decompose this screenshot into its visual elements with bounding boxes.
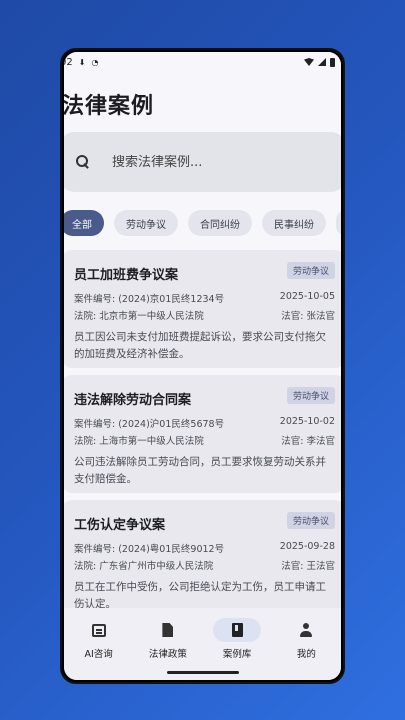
- case-card[interactable]: 违法解除劳动合同案 劳动争议 案件编号: (2024)沪01民终5678号 20…: [64, 375, 341, 493]
- case-judge: 法官: 张法官: [281, 311, 335, 322]
- case-description: 员工在工作中受伤，公司拒绝认定为工伤，员工申请工伤认定。: [74, 581, 326, 608]
- filter-chip-all[interactable]: 全部: [64, 210, 104, 236]
- status-time: 02: [64, 56, 73, 68]
- case-court: 法院: 上海市第一中级人民法院: [74, 436, 204, 447]
- person-icon: [299, 623, 313, 637]
- document-icon: [162, 623, 174, 637]
- filter-chip-civil[interactable]: 民事纠纷: [262, 210, 326, 236]
- nav-label: 我的: [296, 649, 316, 660]
- case-title: 员工加班费争议案: [74, 268, 179, 283]
- case-list: 员工加班费争议案 劳动争议 案件编号: (2024)京01民终1234号 202…: [64, 250, 341, 608]
- home-indicator[interactable]: [166, 671, 239, 674]
- case-court: 法院: 广东省广州市中级人民法院: [74, 561, 214, 572]
- case-title: 违法解除劳动合同案: [74, 393, 192, 408]
- filter-chips: 全部 劳动争议 合同纠纷 民事纠纷: [64, 210, 341, 236]
- search-icon: [76, 155, 90, 169]
- status-bar: 02 ⬇ ◔: [64, 52, 341, 72]
- sync-icon: ◔: [91, 57, 99, 67]
- book-icon: [231, 623, 243, 637]
- nav-legal-policy[interactable]: 法律政策: [136, 618, 200, 660]
- case-title: 工伤认定争议案: [74, 518, 166, 533]
- case-date: 2025-10-05: [279, 291, 335, 302]
- case-judge: 法官: 王法官: [281, 561, 335, 572]
- search-bar[interactable]: [64, 132, 341, 192]
- case-description: 公司违法解除员工劳动合同，员工要求恢复劳动关系并支付赔偿金。: [74, 456, 326, 485]
- nav-label: 法律政策: [148, 649, 187, 660]
- case-tag: 劳动争议: [286, 512, 335, 529]
- case-court: 法院: 北京市第一中级人民法院: [74, 311, 204, 322]
- nav-ai-consult[interactable]: AI咨询: [67, 618, 131, 660]
- battery-icon: [330, 57, 335, 67]
- case-card[interactable]: 工伤认定争议案 劳动争议 案件编号: (2024)粤01民终9012号 2025…: [64, 500, 341, 608]
- bottom-nav: AI咨询 法律政策 案例库 我的: [64, 608, 341, 680]
- filter-chip-contract[interactable]: 合同纠纷: [188, 210, 252, 236]
- case-date: 2025-10-02: [279, 416, 335, 427]
- case-card[interactable]: 员工加班费争议案 劳动争议 案件编号: (2024)京01民终1234号 202…: [64, 250, 341, 368]
- chat-icon: [91, 623, 106, 637]
- app-screen: 02 ⬇ ◔ 法律案例 全部 劳动争议 合同纠纷 民事纠纷: [64, 52, 341, 680]
- nav-profile[interactable]: 我的: [274, 618, 338, 660]
- case-description: 员工因公司未支付加班费提起诉讼，要求公司支付拖欠的加班费及经济补偿金。: [74, 331, 326, 360]
- filter-chip-more[interactable]: [336, 210, 341, 236]
- case-number: 案件编号: (2024)沪01民终5678号: [74, 419, 225, 430]
- case-tag: 劳动争议: [286, 262, 335, 279]
- page-title: 法律案例: [64, 94, 155, 119]
- case-number: 案件编号: (2024)京01民终1234号: [74, 294, 225, 305]
- download-icon: ⬇: [78, 57, 86, 67]
- case-tag: 劳动争议: [286, 387, 335, 404]
- case-number: 案件编号: (2024)粤01民终9012号: [74, 544, 225, 555]
- nav-label: AI咨询: [84, 649, 113, 660]
- phone-frame: 02 ⬇ ◔ 法律案例 全部 劳动争议 合同纠纷 民事纠纷: [60, 48, 345, 684]
- wifi-icon: [304, 58, 314, 66]
- search-input[interactable]: [112, 154, 312, 170]
- case-judge: 法官: 李法官: [281, 436, 335, 447]
- signal-icon: [318, 58, 326, 66]
- nav-label: 案例库: [222, 649, 252, 660]
- nav-case-library[interactable]: 案例库: [205, 618, 269, 660]
- case-date: 2025-09-28: [279, 541, 335, 552]
- filter-chip-labor[interactable]: 劳动争议: [114, 210, 178, 236]
